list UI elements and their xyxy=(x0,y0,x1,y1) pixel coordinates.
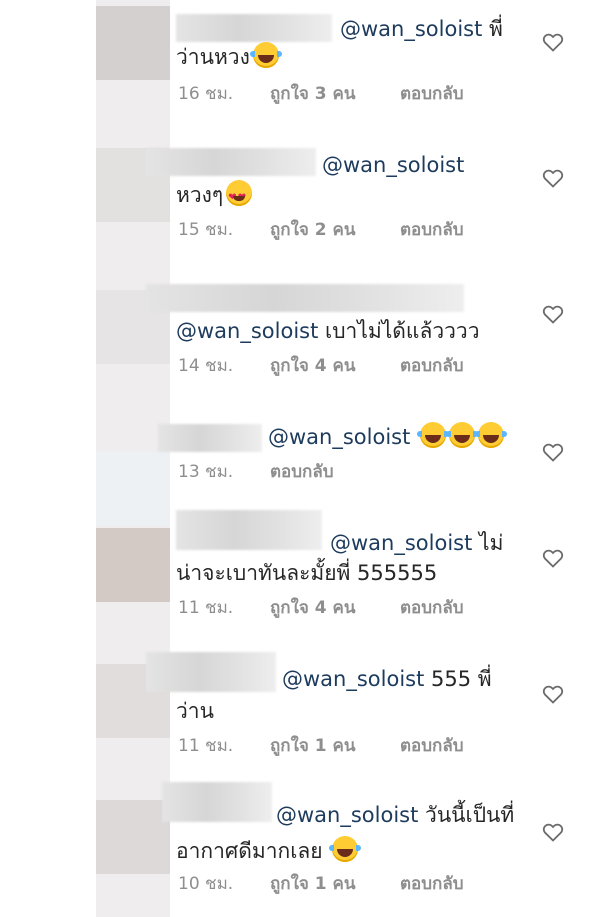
heart-outline-icon[interactable] xyxy=(541,302,565,326)
timestamp: 14 ชม. xyxy=(178,356,234,376)
comment-text: @wan_soloist ไม่ xyxy=(330,531,504,555)
heart-outline-icon[interactable] xyxy=(541,546,565,570)
comment-meta: 11 ชม. ถูกใจ 1 คน ตอบกลับ xyxy=(178,734,464,758)
likes-count[interactable]: ถูกใจ 2 คน xyxy=(270,218,400,242)
comment-text: @wan_soloist 555 พี่ xyxy=(282,667,492,691)
heart-outline-icon[interactable] xyxy=(541,166,565,190)
comment-text: @wan_soloist xyxy=(322,150,464,180)
tears-of-joy-emoji xyxy=(475,422,508,448)
comment-text-cont: น่าจะเบาทันละมั้ยพี่ 555555 xyxy=(176,561,438,585)
reply-button[interactable]: ตอบกลับ xyxy=(400,354,464,378)
comment-text: @wan_soloist วันนี้เป็นที่ xyxy=(276,803,515,827)
comment-meta: 16 ชม. ถูกใจ 3 คน ตอบกลับ xyxy=(178,82,464,106)
timestamp: 11 ชม. xyxy=(178,736,234,756)
avatar[interactable] xyxy=(96,452,170,526)
timestamp: 10 ชม. xyxy=(178,874,234,894)
username-redacted[interactable] xyxy=(158,424,262,452)
timestamp: 15 ชม. xyxy=(178,220,234,240)
comment-text: @wan_soloist พี่ xyxy=(340,17,503,41)
mention-link[interactable]: @wan_soloist xyxy=(268,425,410,449)
avatar[interactable] xyxy=(96,528,170,602)
comment-text: @wan_soloist เบาไม่ได้แล้วววว xyxy=(176,319,480,343)
reply-button[interactable]: ตอบกลับ xyxy=(400,734,464,758)
username-redacted[interactable] xyxy=(176,14,332,42)
timestamp: 13 ชม. xyxy=(178,462,234,482)
tears-of-joy-emoji xyxy=(446,422,479,448)
tears-of-joy-emoji xyxy=(249,42,282,68)
tears-of-joy-emoji xyxy=(417,422,450,448)
username-redacted[interactable] xyxy=(146,284,464,312)
heart-eyes-emoji xyxy=(226,180,253,213)
likes-count[interactable]: ถูกใจ 4 คน xyxy=(270,354,400,378)
username-redacted[interactable] xyxy=(146,148,316,176)
mention-link[interactable]: @wan_soloist xyxy=(330,531,472,555)
comment-meta: 10 ชม. ถูกใจ 1 คน ตอบกลับ xyxy=(178,872,464,896)
heart-outline-icon[interactable] xyxy=(541,682,565,706)
comment-text-cont: ว่าน xyxy=(176,699,214,723)
comment-meta: 13 ชม. ตอบกลับ xyxy=(178,460,334,484)
timestamp: 16 ชม. xyxy=(178,84,234,104)
avatar[interactable] xyxy=(96,6,170,80)
comment-meta: 14 ชม. ถูกใจ 4 คน ตอบกลับ xyxy=(178,354,464,378)
username-redacted[interactable] xyxy=(146,652,276,692)
heart-outline-icon[interactable] xyxy=(541,820,565,844)
likes-count[interactable]: ถูกใจ 1 คน xyxy=(270,734,400,758)
reply-button[interactable]: ตอบกลับ xyxy=(400,218,464,242)
likes-count[interactable]: ถูกใจ 4 คน xyxy=(270,596,400,620)
tears-of-joy-emoji xyxy=(329,836,362,862)
comment-meta: 11 ชม. ถูกใจ 4 คน ตอบกลับ xyxy=(178,596,464,620)
reply-button[interactable]: ตอบกลับ xyxy=(400,596,464,620)
mention-link[interactable]: @wan_soloist xyxy=(276,803,418,827)
mention-link[interactable]: @wan_soloist xyxy=(340,17,482,41)
username-redacted[interactable] xyxy=(162,782,272,822)
heart-outline-icon[interactable] xyxy=(541,440,565,464)
likes-count[interactable]: ถูกใจ 3 คน xyxy=(270,82,400,106)
username-redacted[interactable] xyxy=(176,510,322,550)
avatar[interactable] xyxy=(96,800,170,874)
timestamp: 11 ชม. xyxy=(178,598,234,618)
mention-link[interactable]: @wan_soloist xyxy=(282,667,424,691)
comment-text-cont: อากาศดีมากเลย xyxy=(176,836,362,866)
comment-text-cont: หวงๆ xyxy=(176,180,253,213)
reply-button[interactable]: ตอบกลับ xyxy=(270,460,334,484)
comment-text: @wan_soloist xyxy=(268,422,508,452)
comment-text-cont: ว่านหวง xyxy=(176,42,282,72)
reply-button[interactable]: ตอบกลับ xyxy=(400,872,464,896)
mention-link[interactable]: @wan_soloist xyxy=(322,153,464,177)
comment-meta: 15 ชม. ถูกใจ 2 คน ตอบกลับ xyxy=(178,218,464,242)
heart-outline-icon[interactable] xyxy=(541,30,565,54)
mention-link[interactable]: @wan_soloist xyxy=(176,319,318,343)
likes-count[interactable]: ถูกใจ 1 คน xyxy=(270,872,400,896)
reply-button[interactable]: ตอบกลับ xyxy=(400,82,464,106)
